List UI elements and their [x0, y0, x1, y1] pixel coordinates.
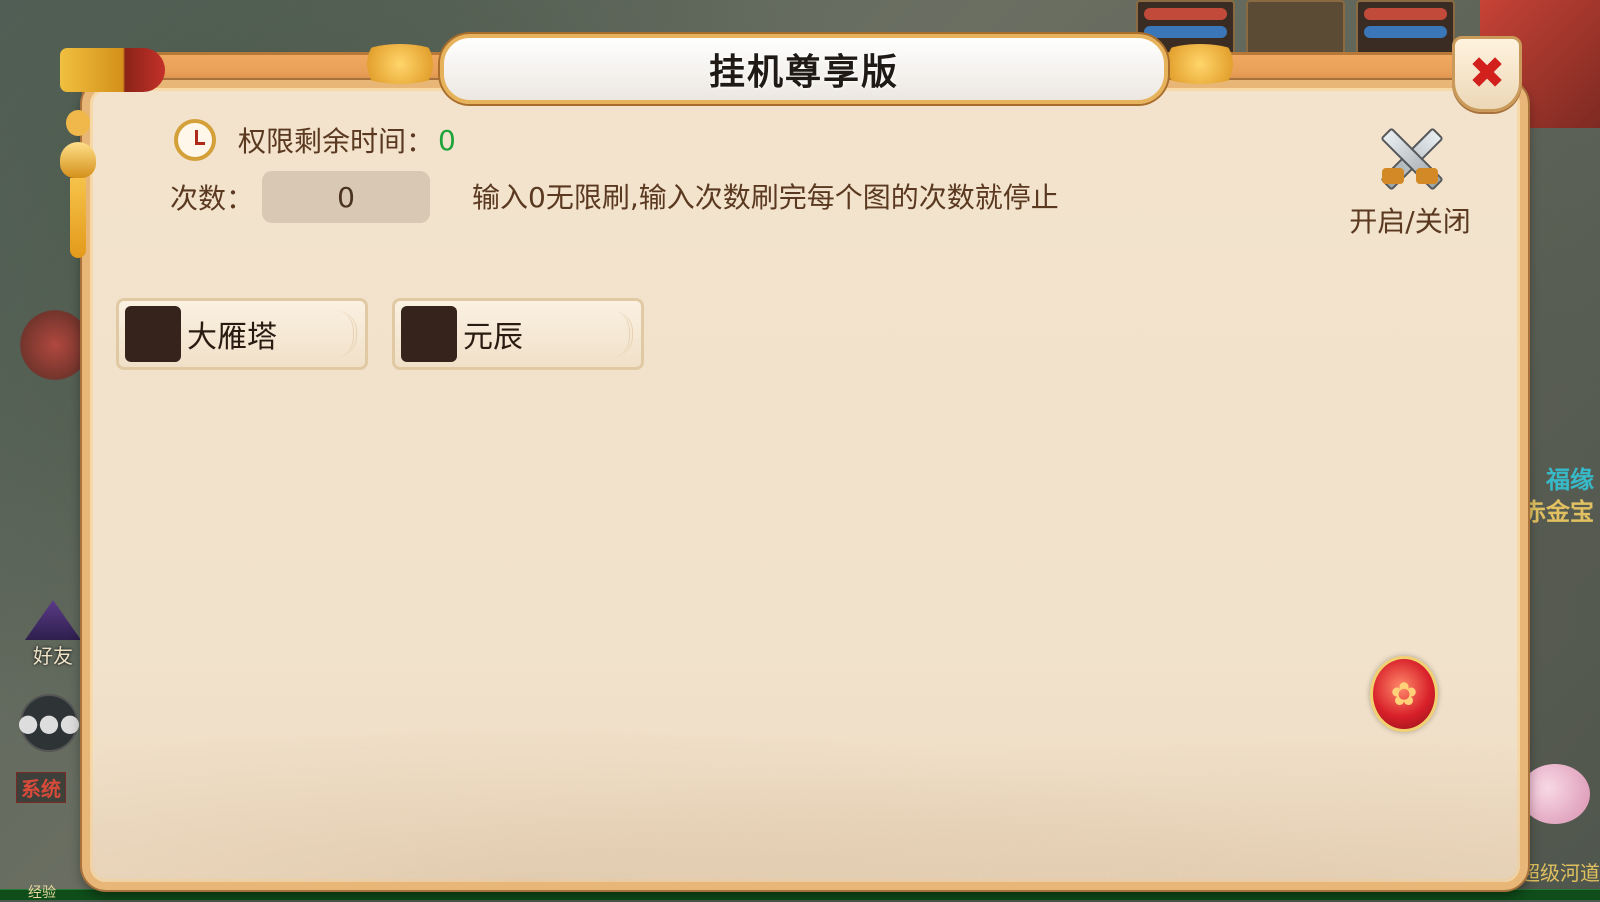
clock-icon: [174, 119, 216, 161]
map-option-dayanta[interactable]: 大雁塔: [116, 298, 368, 370]
count-row: 次数：: [170, 170, 431, 224]
scroll-ornament-icon: [335, 311, 357, 357]
count-label: 次数：: [170, 182, 255, 215]
right-bottom-label: 超级河道: [1520, 861, 1600, 885]
scroll-ornament-icon: [611, 311, 633, 357]
scene-character: [20, 300, 90, 390]
map-label: 元辰: [463, 320, 523, 355]
wizard-hat-icon: [25, 600, 81, 640]
chat-bubble-icon: ●●●: [17, 709, 81, 737]
toggle-label: 开启/关闭: [1349, 205, 1471, 238]
friends-label: 好友: [33, 644, 73, 668]
crossed-swords-icon: [1372, 124, 1448, 191]
close-x-icon: ✖: [1468, 48, 1506, 99]
title-ornament-left: [350, 44, 450, 84]
pet-portrait[interactable]: [1246, 0, 1345, 56]
phoenix-orb-icon[interactable]: ✿: [1370, 656, 1438, 732]
pet-sprite: [1520, 764, 1590, 824]
exp-bar: [0, 889, 1600, 900]
close-button[interactable]: ✖: [1452, 36, 1522, 112]
status-frame: [1356, 0, 1455, 56]
timer-row: 权限剩余时间： 0: [174, 116, 456, 164]
map-checkbox[interactable]: [401, 306, 457, 362]
dialog-title: 挂机尊享版: [708, 52, 899, 93]
map-checkbox[interactable]: [125, 306, 181, 362]
horn-ornament-icon: [60, 38, 170, 98]
map-option-yuanchen[interactable]: 元辰: [392, 298, 644, 370]
exp-label: 经验: [28, 885, 56, 901]
right-label-2: 赤金宝: [1522, 498, 1594, 526]
title-plate: 挂机尊享版: [440, 34, 1168, 104]
count-input[interactable]: [262, 171, 431, 223]
count-hint: 输入0无限刷,输入次数刷完每个图的次数就停止: [472, 181, 1059, 214]
map-label: 大雁塔: [187, 320, 277, 355]
system-tag: 系统: [16, 772, 66, 803]
friends-button[interactable]: 好友: [18, 600, 88, 680]
tassel-ornament-icon: [60, 110, 96, 290]
right-label-1: 福缘: [1546, 466, 1594, 494]
toggle-button[interactable]: 开启/关闭: [1340, 124, 1480, 240]
timer-value: 0: [438, 123, 456, 157]
chat-button[interactable]: ●●●: [17, 694, 81, 752]
timer-label: 权限剩余时间：: [238, 125, 435, 158]
